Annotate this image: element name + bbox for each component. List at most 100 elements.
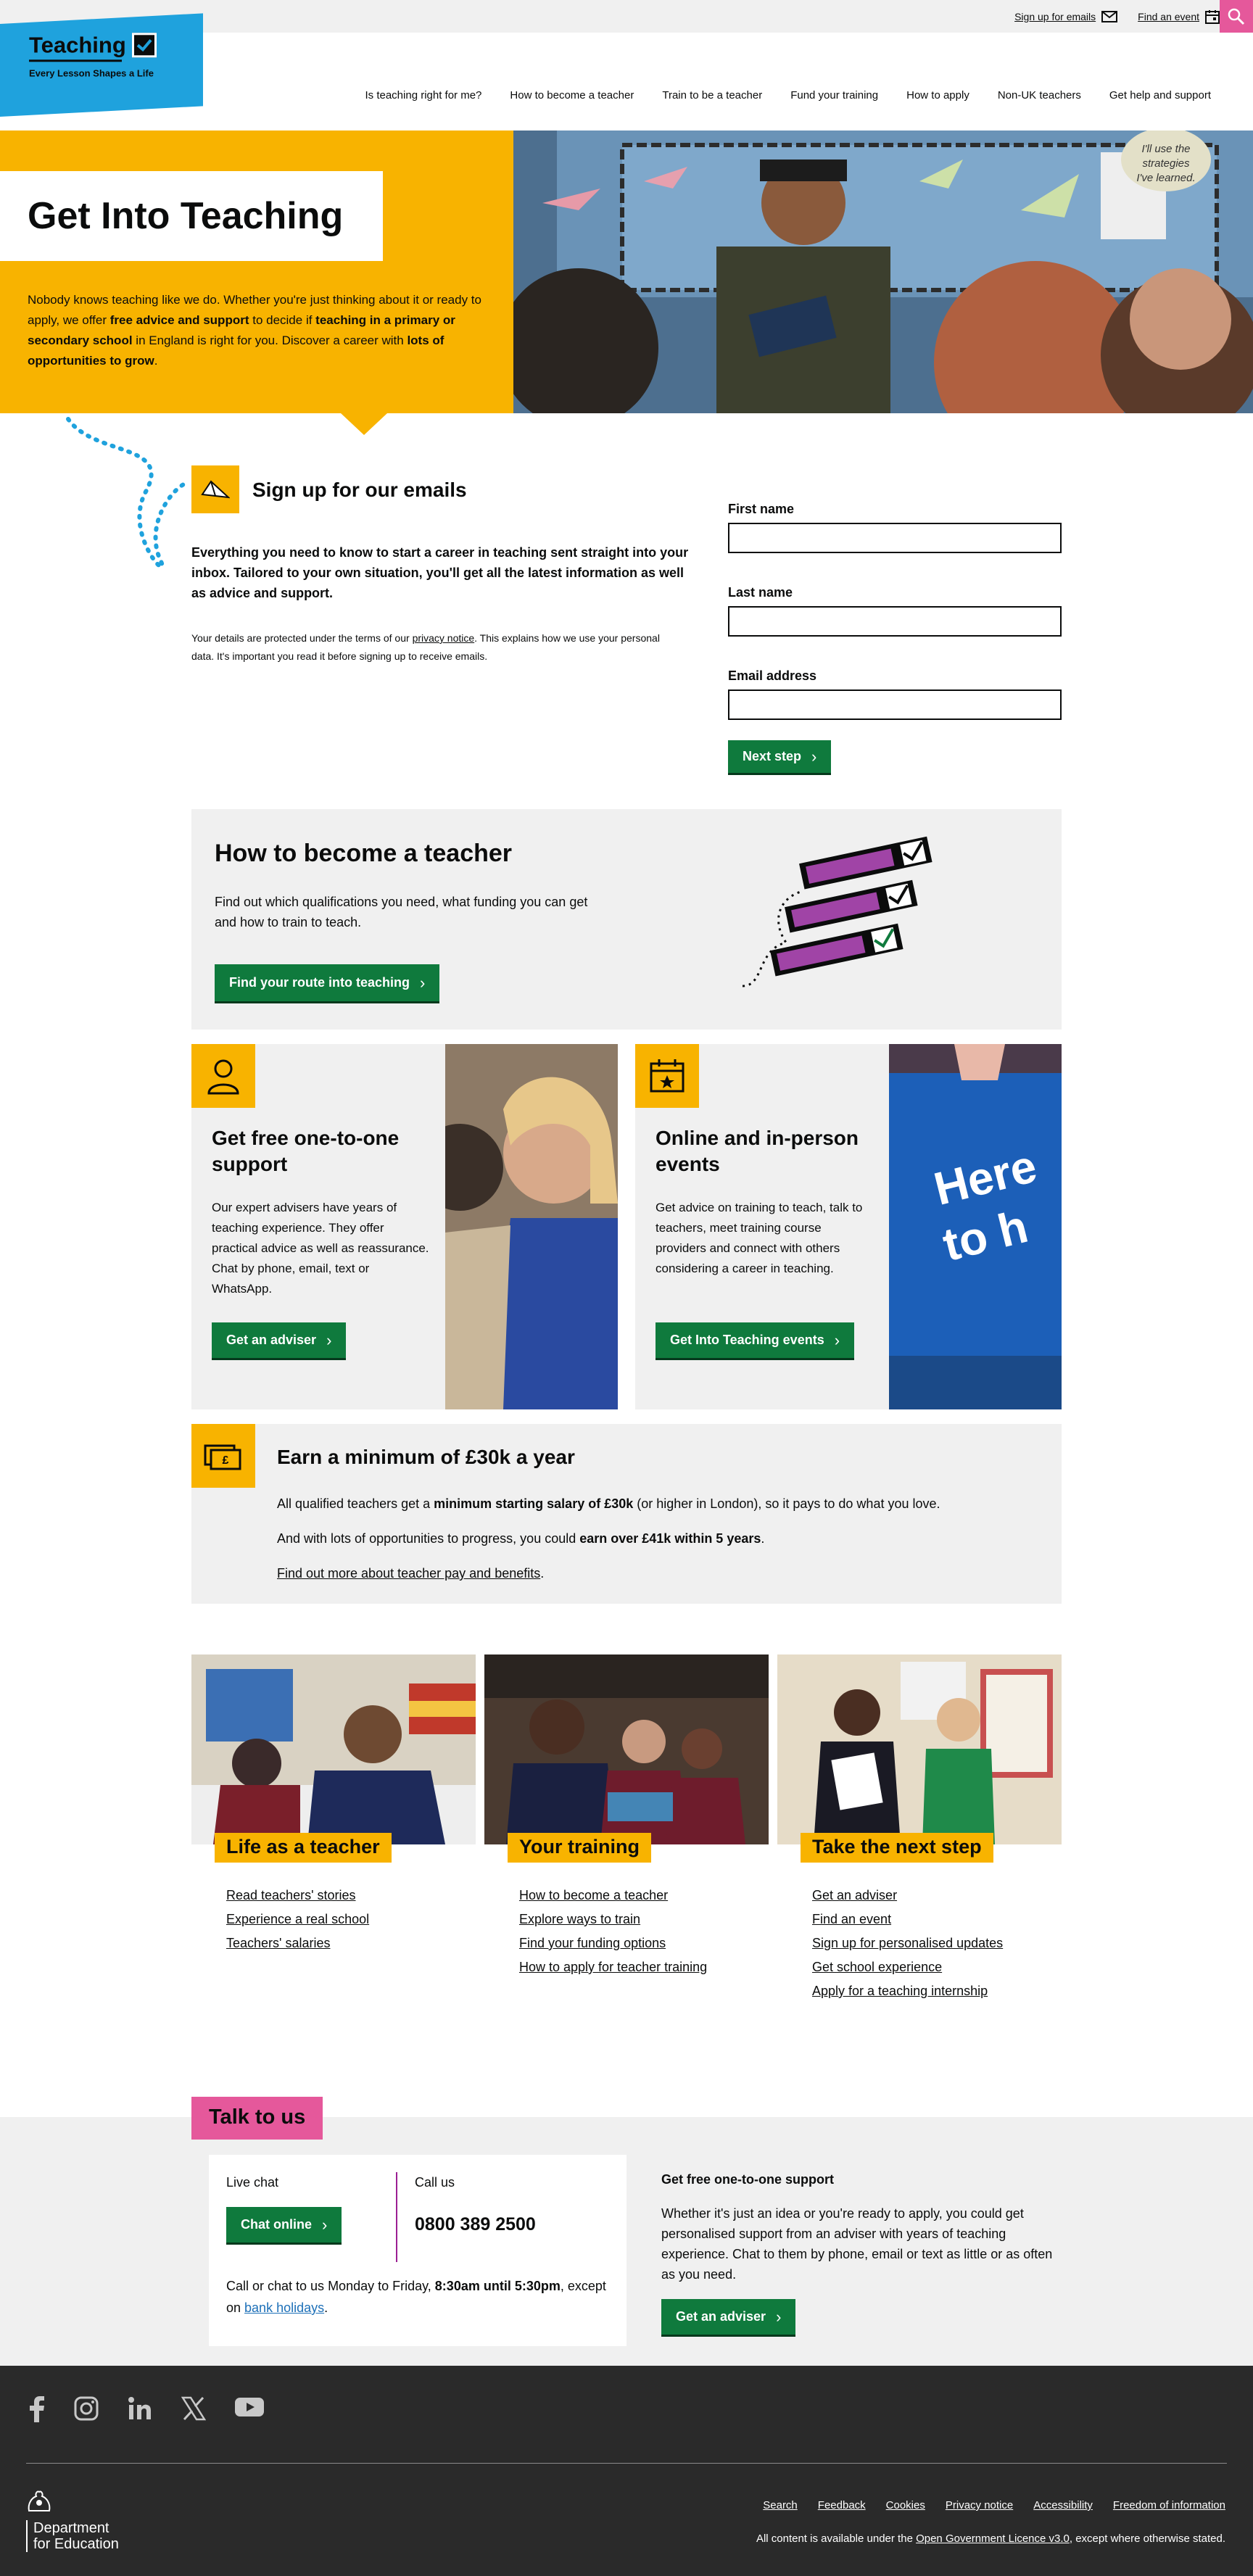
- chevron-right-icon: ›: [322, 2215, 328, 2234]
- life-photo: [191, 1654, 476, 1844]
- footer-link-foi[interactable]: Freedom of information: [1113, 2499, 1225, 2511]
- events-button[interactable]: Get Into Teaching events ›: [656, 1322, 855, 1360]
- last-name-input[interactable]: [728, 606, 1062, 637]
- youtube-icon[interactable]: [235, 2396, 264, 2418]
- sign-up-emails-label: Sign up for emails: [1014, 10, 1096, 22]
- search-button[interactable]: [1220, 0, 1253, 33]
- crest-icon: [28, 2490, 51, 2511]
- first-name-input[interactable]: [728, 523, 1062, 553]
- list-item[interactable]: Sign up for personalised updates: [812, 1936, 1003, 1951]
- bank-holidays-link[interactable]: bank holidays: [244, 2300, 324, 2315]
- find-event-label: Find an event: [1138, 10, 1199, 22]
- get-adviser-button-2[interactable]: Get an adviser ›: [661, 2299, 796, 2337]
- list-item[interactable]: How to apply for teacher training: [519, 1960, 707, 1975]
- instagram-icon[interactable]: [74, 2396, 99, 2421]
- chevron-right-icon: ›: [834, 1330, 840, 1349]
- list-item[interactable]: Find an event: [812, 1912, 1003, 1927]
- signup-heading: Sign up for our emails: [252, 479, 467, 501]
- salary-line-3: Find out more about teacher pay and bene…: [277, 1566, 545, 1581]
- find-route-button[interactable]: Find your route into teaching ›: [215, 964, 440, 1003]
- nav-item-how-to-become[interactable]: How to become a teacher: [510, 89, 634, 102]
- footer-link-feedback[interactable]: Feedback: [818, 2499, 866, 2511]
- footer-link-search[interactable]: Search: [763, 2499, 798, 2511]
- email-signup-section: Sign up for our emails Everything you ne…: [0, 413, 1253, 809]
- chevron-right-icon: ›: [776, 2307, 782, 2326]
- footer-link-accessibility[interactable]: Accessibility: [1033, 2499, 1093, 2511]
- nav-item-train[interactable]: Train to be a teacher: [662, 89, 762, 102]
- nav-item-is-teaching-right[interactable]: Is teaching right for me?: [365, 89, 481, 102]
- list-item[interactable]: Get school experience: [812, 1960, 1003, 1975]
- footer-link-privacy[interactable]: Privacy notice: [946, 2499, 1013, 2511]
- licence-text: All content is available under the Open …: [756, 2532, 1225, 2545]
- talk-side-heading: Get free one-to-one support: [661, 2172, 834, 2187]
- main-nav: Is teaching right for me? How to become …: [365, 89, 1211, 102]
- list-item[interactable]: Apply for a teaching internship: [812, 1984, 1003, 1999]
- facebook-icon[interactable]: [29, 2396, 45, 2422]
- how-to-become-text: Find out which qualifications you need, …: [215, 895, 588, 929]
- dotted-path-decoration: [66, 417, 191, 569]
- opening-hours: Call or chat to us Monday to Friday, 8:3…: [226, 2279, 606, 2315]
- column-next-step: Take the next step Get an adviser Find a…: [777, 1654, 1062, 1998]
- list-item[interactable]: Get an adviser: [812, 1888, 1003, 1903]
- life-tag: Life as a teacher: [215, 1833, 392, 1863]
- calendar-star-icon: [635, 1044, 699, 1108]
- pay-benefits-link[interactable]: Find out more about teacher pay and bene…: [277, 1566, 540, 1581]
- events-heading: Online and in-person events: [656, 1127, 859, 1175]
- footer-link-cookies[interactable]: Cookies: [886, 2499, 925, 2511]
- column-training: Your training How to become a teacher Ex…: [484, 1654, 769, 1974]
- salary-line-2: And with lots of opportunities to progre…: [277, 1531, 765, 1546]
- linkedin-icon[interactable]: [128, 2396, 152, 2421]
- list-item[interactable]: Read teachers' stories: [226, 1888, 369, 1903]
- training-photo: [484, 1654, 769, 1844]
- chevron-right-icon: ›: [326, 1330, 332, 1349]
- phone-number[interactable]: 0800 389 2500: [415, 2214, 536, 2235]
- list-item[interactable]: Experience a real school: [226, 1912, 369, 1927]
- logo-tagline: Every Lesson Shapes a Life: [29, 67, 154, 79]
- search-icon: [1228, 8, 1245, 25]
- nav-item-non-uk[interactable]: Non-UK teachers: [998, 89, 1081, 102]
- list-item[interactable]: Teachers' salaries: [226, 1936, 369, 1951]
- events-card: Online and in-person events Get advice o…: [635, 1044, 1062, 1409]
- get-adviser-button[interactable]: Get an adviser ›: [212, 1322, 347, 1360]
- dfe-logo[interactable]: Department for Education: [26, 2490, 119, 2552]
- footer-divider: [26, 2463, 1227, 2464]
- x-icon[interactable]: [181, 2396, 206, 2421]
- ogl-link[interactable]: Open Government Licence v3.0: [916, 2532, 1070, 2545]
- hero-intro: Nobody knows teaching like we do. Whethe…: [28, 293, 481, 368]
- privacy-notice-link[interactable]: privacy notice: [413, 632, 475, 644]
- checklist-illustration: [743, 836, 932, 987]
- sign-up-emails-link[interactable]: Sign up for emails: [1014, 10, 1118, 22]
- talk-to-us-tag: Talk to us: [191, 2097, 323, 2140]
- list-item[interactable]: How to become a teacher: [519, 1888, 707, 1903]
- nav-item-help[interactable]: Get help and support: [1109, 89, 1211, 102]
- nav-item-fund[interactable]: Fund your training: [790, 89, 878, 102]
- svg-text:I've learned.: I've learned.: [1136, 172, 1195, 184]
- salary-line-1: All qualified teachers get a minimum sta…: [277, 1496, 940, 1511]
- training-tag: Your training: [508, 1833, 651, 1863]
- contact-divider: [396, 2172, 397, 2262]
- support-photo: [445, 1044, 618, 1409]
- how-to-become-heading: How to become a teacher: [215, 840, 513, 867]
- site-footer: Department for Education Search Feedback …: [0, 2366, 1253, 2576]
- support-heading: Get free one-to-one support: [212, 1127, 400, 1175]
- events-photo: Here to h: [889, 1044, 1062, 1409]
- social-links: [29, 2396, 264, 2422]
- site-logo[interactable]: Teaching Every Lesson Shapes a Life: [0, 13, 203, 117]
- list-item[interactable]: Find your funding options: [519, 1936, 707, 1951]
- nav-item-how-to-apply[interactable]: How to apply: [906, 89, 969, 102]
- hero: Get Into Teaching Nobody knows teaching …: [0, 131, 1253, 435]
- next-step-button[interactable]: Next step ›: [728, 740, 832, 775]
- chat-online-button[interactable]: Chat online ›: [226, 2207, 342, 2245]
- svg-text:strategies: strategies: [1142, 157, 1190, 170]
- signup-lead: Everything you need to know to start a c…: [191, 545, 689, 600]
- hero-image: I'll use the strategies I've learned.: [513, 131, 1253, 413]
- utility-links: Sign up for emails Find an event: [1014, 0, 1220, 33]
- events-text: Get advice on training to teach, talk to…: [656, 1201, 863, 1275]
- talk-side-text: Whether it's just an idea or you're read…: [661, 2206, 1053, 2282]
- last-name-label: Last name: [728, 585, 793, 600]
- next-step-tag: Take the next step: [801, 1833, 993, 1863]
- find-event-link[interactable]: Find an event: [1138, 9, 1220, 24]
- email-input[interactable]: [728, 689, 1062, 720]
- training-links: How to become a teacher Explore ways to …: [519, 1888, 707, 1984]
- list-item[interactable]: Explore ways to train: [519, 1912, 707, 1927]
